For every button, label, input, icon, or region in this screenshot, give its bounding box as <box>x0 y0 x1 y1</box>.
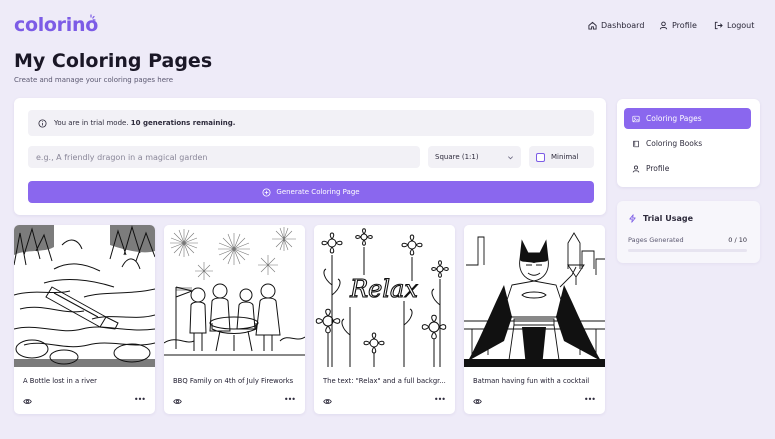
generator-panel: You are in trial mode. 10 generations re… <box>14 98 606 215</box>
card-title: The text: "Relax" and a full backgr... <box>323 377 446 385</box>
top-bar: colorino Dashboard Profile Logout <box>0 0 775 48</box>
minimal-checkbox[interactable] <box>536 152 545 162</box>
eye-icon[interactable] <box>23 397 32 406</box>
nav-dashboard[interactable]: Dashboard <box>588 21 644 30</box>
usage-title-text: Trial Usage <box>643 214 693 223</box>
coloring-page-card[interactable]: Batman having fun with a cocktail ••• <box>464 225 605 414</box>
prompt-input[interactable] <box>28 146 420 168</box>
batman-cocktail-drawing[interactable] <box>464 225 605 367</box>
trial-notice: You are in trial mode. 10 generations re… <box>28 110 594 136</box>
minimal-label: Minimal <box>551 153 579 161</box>
chevron-down-icon <box>508 156 513 160</box>
card-title: Batman having fun with a cocktail <box>473 377 590 385</box>
eye-icon[interactable] <box>173 397 182 406</box>
usage-progress-bar <box>628 249 747 252</box>
eye-icon[interactable] <box>323 397 332 406</box>
size-select-value: Square (1:1) <box>435 153 479 161</box>
bbq-family-drawing[interactable] <box>164 225 305 367</box>
plus-circle-icon <box>262 187 271 197</box>
sidebar-item-label: Profile <box>646 164 670 173</box>
trial-notice-count: 10 generations remaining. <box>130 119 236 127</box>
more-options-icon[interactable]: ••• <box>284 395 296 404</box>
trial-notice-text: You are in trial mode. <box>54 119 131 127</box>
lightning-icon <box>629 214 636 223</box>
nav-logout-label: Logout <box>727 21 755 30</box>
image-icon <box>632 115 640 122</box>
nav-profile[interactable]: Profile <box>659 21 697 30</box>
sidebar-item-label: Coloring Pages <box>646 114 702 123</box>
usage-value: 0 / 10 <box>728 236 747 244</box>
info-icon <box>38 118 47 128</box>
generate-button-label: Generate Coloring Page <box>276 188 360 196</box>
usage-title: Trial Usage <box>628 214 693 223</box>
card-title: A Bottle lost in a river <box>23 377 97 385</box>
more-options-icon[interactable]: ••• <box>134 395 146 404</box>
coloring-page-card[interactable]: Relax The text: "Relax" and a full backg… <box>314 225 455 414</box>
logout-icon <box>714 21 723 30</box>
eye-icon[interactable] <box>473 397 482 406</box>
sidebar-item-label: Coloring Books <box>646 139 703 148</box>
user-icon <box>659 21 668 30</box>
trial-usage-card: Trial Usage Pages Generated 0 / 10 <box>617 201 760 263</box>
size-select[interactable]: Square (1:1) <box>428 146 521 168</box>
page-subtitle: Create and manage your coloring pages he… <box>14 76 174 84</box>
sidebar-item-coloring-pages[interactable]: Coloring Pages <box>624 108 751 129</box>
more-options-icon[interactable]: ••• <box>434 395 446 404</box>
sidebar-item-coloring-books[interactable]: Coloring Books <box>624 133 751 154</box>
nav-profile-label: Profile <box>672 21 697 30</box>
minimal-toggle[interactable]: Minimal <box>529 146 594 168</box>
sparkle-icon <box>90 14 96 21</box>
generate-button[interactable]: Generate Coloring Page <box>28 181 594 203</box>
book-icon <box>633 140 639 147</box>
card-title: BBQ Family on 4th of July Fireworks <box>173 377 294 385</box>
relax-art-text: Relax <box>349 275 418 303</box>
bottle-river-drawing[interactable] <box>14 225 155 367</box>
coloring-page-card[interactable]: A Bottle lost in a river ••• <box>14 225 155 414</box>
page-title: My Coloring Pages <box>14 50 213 72</box>
coloring-page-card[interactable]: BBQ Family on 4th of July Fireworks ••• <box>164 225 305 414</box>
nav-logout[interactable]: Logout <box>714 21 754 30</box>
user-icon <box>632 165 640 172</box>
relax-flowers-drawing[interactable]: Relax <box>314 225 455 367</box>
sidebar: Coloring Pages Coloring Books Profile <box>617 99 760 187</box>
sidebar-item-profile[interactable]: Profile <box>624 158 751 179</box>
more-options-icon[interactable]: ••• <box>584 395 596 404</box>
home-icon <box>588 21 597 30</box>
usage-label: Pages Generated <box>628 236 684 244</box>
nav-dashboard-label: Dashboard <box>601 21 645 30</box>
